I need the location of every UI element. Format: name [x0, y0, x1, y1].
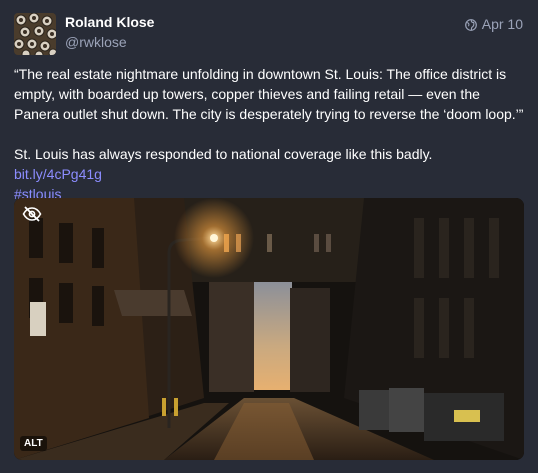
hide-media-button[interactable] — [21, 204, 43, 224]
body-text: St. Louis has always responded to nation… — [14, 146, 433, 162]
display-name[interactable]: Roland Klose — [65, 14, 154, 30]
post-date: Apr 10 — [481, 16, 523, 32]
street-photo — [14, 198, 524, 460]
media-attachment[interactable]: ALT — [14, 198, 524, 460]
eye-slash-icon — [22, 206, 42, 222]
status-post: Roland Klose @rwklose Apr 10 “The real e… — [0, 0, 538, 473]
account-handle[interactable]: @rwklose — [65, 34, 127, 50]
avatar[interactable] — [14, 13, 56, 55]
body-paragraph: St. Louis has always responded to nation… — [14, 144, 524, 204]
quote-paragraph: “The real estate nightmare unfolding in … — [14, 66, 524, 122]
post-meta[interactable]: Apr 10 — [464, 16, 523, 32]
short-link[interactable]: bit.ly/4cPg41g — [14, 166, 102, 182]
globe-icon — [464, 18, 477, 31]
alt-text-badge[interactable]: ALT — [20, 436, 47, 451]
